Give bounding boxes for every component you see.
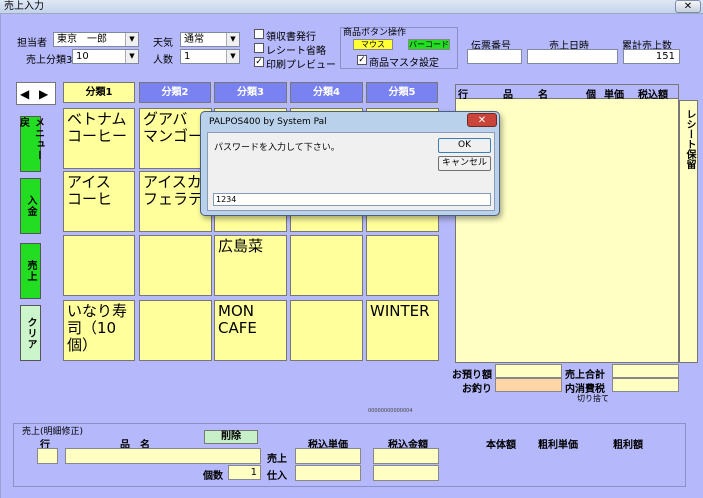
receipt-hold-button[interactable]: レシート保留 (679, 100, 698, 363)
body-amount-label: 本体額 (486, 440, 516, 451)
col-qty: 個 (586, 90, 596, 101)
product-button[interactable]: ベトナム コーヒー (63, 108, 135, 169)
password-input[interactable]: 1234 (213, 193, 491, 206)
product-button[interactable] (290, 300, 363, 361)
people-label: 人数 (153, 55, 173, 66)
dialog-body: パスワードを入力して下さい。 OK キャンセル 1234 (207, 132, 495, 211)
product-button[interactable] (366, 235, 439, 296)
product-button[interactable]: WINTER (366, 300, 439, 361)
window-title: 売上入力 (4, 1, 44, 12)
people-select[interactable]: 1 ▼ (180, 49, 240, 64)
print-preview-checkbox[interactable]: ✓ (254, 57, 264, 67)
receipt-header: 行 品 名 個 単価 税込額 (455, 84, 679, 101)
qty-field[interactable]: 1 (228, 465, 261, 480)
tab-category-3[interactable]: 分類3 (214, 82, 287, 103)
category-select[interactable]: 10 ▼ (72, 49, 139, 64)
deposit-field[interactable] (495, 364, 562, 378)
dialog-message: パスワードを入力して下さい。 (214, 143, 340, 153)
receipt-issue-label: 領収書発行 (266, 32, 316, 43)
product-button[interactable] (139, 235, 212, 296)
tab-category-4[interactable]: 分類4 (290, 82, 363, 103)
staff-value: 東京 一郎 (57, 34, 107, 45)
tax-unit-purchase-field[interactable] (295, 465, 361, 481)
product-button[interactable] (63, 235, 135, 296)
sale-price-label: 売上 (267, 454, 287, 465)
menu-back-button[interactable]: メニュー戻 (18, 116, 44, 172)
dialog-title: PALPOS400 by System Pal (209, 117, 327, 127)
col-item: 品 (503, 90, 513, 101)
tab-category-2[interactable]: 分類2 (139, 82, 211, 103)
receipt-issue-checkbox[interactable] (254, 29, 264, 39)
col-row: 行 (458, 90, 468, 101)
tab-category-5[interactable]: 分類5 (366, 82, 438, 103)
print-preview-label: 印刷プレビュー (266, 60, 336, 71)
category-value: 10 (76, 51, 89, 62)
detail-name-field[interactable] (65, 448, 261, 464)
product-button[interactable]: アイス コーヒ (63, 171, 135, 232)
product-button[interactable] (290, 235, 363, 296)
product-button[interactable]: MON CAFE (214, 300, 287, 361)
staff-label: 担当者 (17, 38, 47, 49)
tax-amount-sale-field (373, 448, 439, 464)
tax-amount-purchase-field (373, 465, 439, 481)
ok-button[interactable]: OK (438, 138, 491, 153)
deposit-label: お預り額 (452, 370, 492, 381)
weather-value: 通常 (184, 34, 204, 45)
receipt-skip-checkbox[interactable] (254, 43, 264, 53)
product-button[interactable]: いなり寿 司（10 個） (63, 300, 135, 361)
staff-select[interactable]: 東京 一郎 ▼ (53, 32, 139, 47)
chevron-down-icon: ▼ (125, 50, 138, 63)
window-close-button[interactable]: ✕ (675, 0, 701, 13)
sale-button[interactable]: 売上 (20, 243, 41, 299)
master-setting-checkbox[interactable]: ✓ (357, 55, 367, 65)
receipt-skip-label: レシート省略 (266, 46, 326, 57)
cancel-button[interactable]: キャンセル (438, 156, 491, 171)
total-field (612, 364, 679, 378)
gross-amount-label: 粗利額 (613, 440, 643, 451)
cumulative-field: 151 (623, 49, 680, 64)
chevron-down-icon: ▼ (226, 33, 239, 46)
people-value: 1 (184, 51, 191, 62)
rounding-label: 切り捨て (577, 394, 609, 403)
gross-unit-label: 粗利単価 (538, 440, 578, 451)
detail-row-field[interactable] (37, 448, 58, 464)
sale-datetime-field (527, 49, 618, 64)
col-tax-incl: 税込額 (638, 90, 668, 101)
chevron-down-icon: ▼ (226, 50, 239, 63)
change-label: お釣り (462, 384, 492, 395)
product-button-group-label: 商品ボタン操作 (343, 28, 407, 38)
next-arrow-icon[interactable]: ▶ (39, 87, 48, 101)
tab-category-1[interactable]: 分類1 (63, 82, 135, 103)
deposit-button[interactable]: 入金 (20, 178, 41, 234)
slip-no-field (467, 49, 522, 64)
clear-button[interactable]: クリア (20, 305, 41, 361)
product-button[interactable]: 広島菜 (214, 235, 287, 296)
prev-arrow-icon[interactable]: ◀ (20, 87, 29, 101)
mouse-mode-button[interactable]: マウス (353, 39, 393, 50)
col-unit-price: 単価 (604, 90, 624, 101)
tax-unit-sale-field[interactable] (295, 448, 361, 464)
window-titlebar: 売上入力 ✕ (0, 0, 703, 14)
col-name: 名 (538, 90, 548, 101)
category-label: 売上分類3 (26, 55, 73, 66)
weather-label: 天気 (153, 38, 173, 49)
dialog-close-button[interactable]: ✕ (467, 113, 497, 127)
password-dialog: PALPOS400 by System Pal ✕ パスワードを入力して下さい。… (200, 111, 500, 216)
status-code: 00000000000004 (368, 408, 413, 414)
tax-field (612, 378, 679, 392)
detail-section-label: 売上(明細修正) (22, 427, 84, 437)
purchase-price-label: 仕入 (267, 471, 287, 482)
chevron-down-icon: ▼ (125, 33, 138, 46)
total-label: 売上合計 (565, 370, 605, 381)
weather-select[interactable]: 通常 ▼ (180, 32, 240, 47)
change-field (495, 378, 562, 392)
qty-label: 個数 (203, 471, 223, 482)
product-button[interactable] (139, 300, 212, 361)
barcode-mode-button[interactable]: バーコード (408, 39, 450, 50)
nav-arrows: ◀ ▶ (16, 82, 56, 105)
delete-button[interactable]: 削除 (204, 430, 258, 444)
master-setting-label: 商品マスタ設定 (369, 58, 439, 69)
